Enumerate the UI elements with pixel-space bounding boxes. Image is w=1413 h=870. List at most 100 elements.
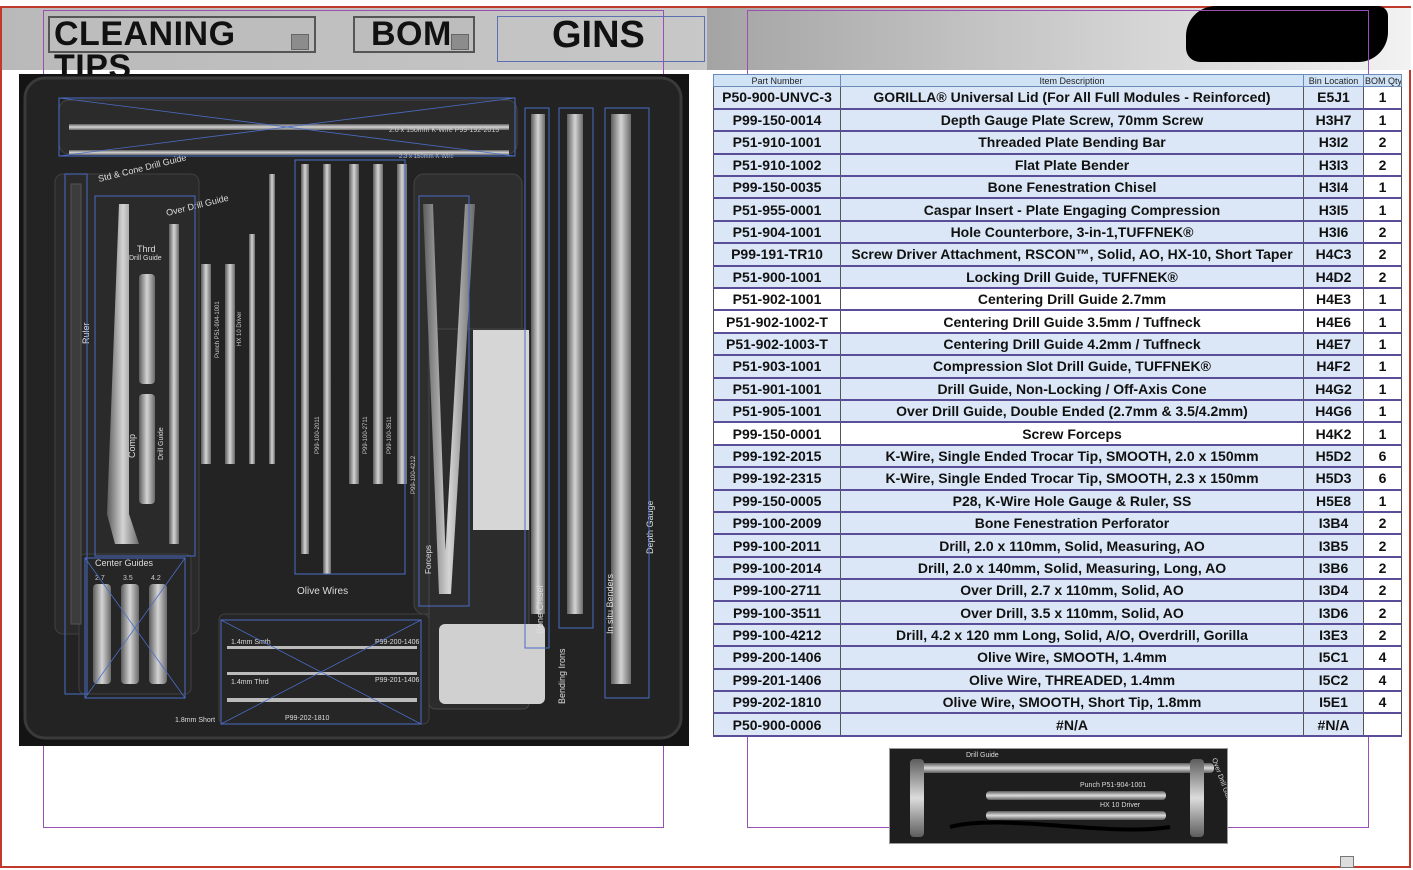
bom-part-number[interactable]: P51-902-1001 bbox=[713, 287, 841, 312]
bom-part-number[interactable]: P51-901-1001 bbox=[713, 377, 841, 401]
bom-row[interactable]: P99-192-2315 K-Wire, Single Ended Trocar … bbox=[713, 466, 1402, 491]
bom-part-number[interactable]: P50-900-UNVC-3 bbox=[713, 85, 841, 110]
bom-qty[interactable]: 1 bbox=[1363, 332, 1402, 357]
bom-item-description[interactable]: Caspar Insert - Plate Engaging Compressi… bbox=[840, 197, 1304, 222]
bom-bin-location[interactable]: H3H7 bbox=[1303, 108, 1364, 133]
bom-bin-location[interactable]: I3E3 bbox=[1303, 623, 1364, 648]
bom-row[interactable]: P99-100-2011 Drill, 2.0 x 110mm, Solid, M… bbox=[713, 533, 1402, 558]
bom-qty[interactable]: 2 bbox=[1363, 242, 1402, 267]
bom-qty[interactable]: 1 bbox=[1363, 108, 1402, 133]
bom-row[interactable]: P51-902-1002-T Centering Drill Guide 3.5m… bbox=[713, 309, 1402, 334]
bom-item-description[interactable]: Bone Fenestration Perforator bbox=[840, 511, 1304, 536]
bom-part-number[interactable]: P51-905-1001 bbox=[713, 399, 841, 424]
bom-item-description[interactable]: Hole Counterbore, 3-in-1,TUFFNEK® bbox=[840, 220, 1304, 245]
bom-item-description[interactable]: Locking Drill Guide, TUFFNEK® bbox=[840, 265, 1304, 290]
bom-item-description[interactable]: Screw Driver Attachment, RSCON™, Solid, … bbox=[840, 242, 1304, 267]
bom-bin-location[interactable]: I5E1 bbox=[1303, 690, 1364, 715]
bom-part-number[interactable]: P50-900-0006 bbox=[713, 712, 841, 737]
bom-qty[interactable] bbox=[1363, 712, 1402, 737]
bom-part-number[interactable]: P99-100-2711 bbox=[713, 578, 841, 603]
bom-row[interactable]: P99-100-2009 Bone Fenestration Perforator… bbox=[713, 511, 1402, 536]
bom-qty[interactable]: 2 bbox=[1363, 511, 1402, 536]
bom-row[interactable]: P51-903-1001 Compression Slot Drill Guide… bbox=[713, 354, 1402, 379]
col-part-number[interactable]: Part Number bbox=[713, 74, 841, 87]
bom-part-number[interactable]: P51-910-1002 bbox=[713, 153, 841, 178]
bom-item-description[interactable]: Olive Wire, SMOOTH, 1.4mm bbox=[840, 645, 1304, 670]
bom-bin-location[interactable]: H3I4 bbox=[1303, 175, 1364, 200]
bom-item-description[interactable]: Centering Drill Guide 4.2mm / Tuffneck bbox=[840, 332, 1304, 357]
bom-bin-location[interactable]: H4K2 bbox=[1303, 421, 1364, 446]
bom-bin-location[interactable]: I3B5 bbox=[1303, 533, 1364, 558]
bom-item-description[interactable]: Olive Wire, SMOOTH, Short Tip, 1.8mm bbox=[840, 690, 1304, 715]
bom-qty[interactable]: 1 bbox=[1363, 309, 1402, 334]
bom-row[interactable]: P99-150-0001 Screw Forceps H4K2 1 bbox=[713, 421, 1402, 446]
col-bin-location[interactable]: Bin Location bbox=[1303, 74, 1364, 87]
bom-row[interactable]: P99-202-1810 Olive Wire, SMOOTH, Short Ti… bbox=[713, 690, 1402, 715]
bom-bin-location[interactable]: I3B6 bbox=[1303, 556, 1364, 581]
bom-bin-location[interactable]: H4E6 bbox=[1303, 309, 1364, 334]
bom-part-number[interactable]: P51-900-1001 bbox=[713, 265, 841, 290]
bom-item-description[interactable]: Olive Wire, THREADED, 1.4mm bbox=[840, 668, 1304, 693]
bom-part-number[interactable]: P99-100-2009 bbox=[713, 511, 841, 536]
bom-qty[interactable]: 1 bbox=[1363, 399, 1402, 424]
bom-row[interactable]: P51-910-1001 Threaded Plate Bending Bar H3… bbox=[713, 130, 1402, 155]
bom-part-number[interactable]: P99-100-3511 bbox=[713, 600, 841, 625]
bom-part-number[interactable]: P99-200-1406 bbox=[713, 645, 841, 670]
bom-part-number[interactable]: P99-192-2315 bbox=[713, 466, 841, 491]
bom-row[interactable]: P99-100-4212 Drill, 4.2 x 120 mm Long, So… bbox=[713, 623, 1402, 648]
bom-qty[interactable]: 6 bbox=[1363, 466, 1402, 491]
bom-item-description[interactable]: GORILLA® Universal Lid (For All Full Mod… bbox=[840, 85, 1304, 110]
bom-row[interactable]: P99-201-1406 Olive Wire, THREADED, 1.4mm I… bbox=[713, 668, 1402, 693]
bom-bin-location[interactable]: I5C1 bbox=[1303, 645, 1364, 670]
bom-row[interactable]: P51-902-1003-T Centering Drill Guide 4.2m… bbox=[713, 332, 1402, 357]
bom-bin-location[interactable]: H4G2 bbox=[1303, 377, 1364, 401]
bom-qty[interactable]: 1 bbox=[1363, 287, 1402, 312]
bom-part-number[interactable]: P51-904-1001 bbox=[713, 220, 841, 245]
bom-qty[interactable]: 2 bbox=[1363, 220, 1402, 245]
bom-bin-location[interactable]: H4D2 bbox=[1303, 265, 1364, 290]
bom-item-description[interactable]: Threaded Plate Bending Bar bbox=[840, 130, 1304, 155]
bom-qty[interactable]: 4 bbox=[1363, 668, 1402, 693]
bom-row[interactable]: P51-955-0001 Caspar Insert - Plate Engagi… bbox=[713, 197, 1402, 222]
bom-part-number[interactable]: P99-191-TR10 bbox=[713, 242, 841, 267]
bom-bin-location[interactable]: I3D4 bbox=[1303, 578, 1364, 603]
bom-row[interactable]: P51-904-1001 Hole Counterbore, 3-in-1,TUF… bbox=[713, 220, 1402, 245]
bom-qty[interactable]: 2 bbox=[1363, 533, 1402, 558]
bom-bin-location[interactable]: H4F2 bbox=[1303, 354, 1364, 379]
bom-item-description[interactable]: #N/A bbox=[840, 712, 1304, 737]
bom-part-number[interactable]: P51-902-1003-T bbox=[713, 332, 841, 357]
bom-row[interactable]: P50-900-0006 #N/A #N/A bbox=[713, 712, 1402, 737]
bom-row[interactable]: P99-150-0014 Depth Gauge Plate Screw, 70m… bbox=[713, 108, 1402, 133]
bom-qty[interactable]: 1 bbox=[1363, 197, 1402, 222]
bom-qty[interactable]: 1 bbox=[1363, 489, 1402, 513]
bom-part-number[interactable]: P99-150-0005 bbox=[713, 489, 841, 513]
bom-row[interactable]: P99-192-2015 K-Wire, Single Ended Trocar … bbox=[713, 444, 1402, 469]
bom-bin-location[interactable]: E5J1 bbox=[1303, 85, 1364, 110]
bom-qty[interactable]: 1 bbox=[1363, 421, 1402, 446]
bom-row[interactable]: P99-100-2711 Over Drill, 2.7 x 110mm, Sol… bbox=[713, 578, 1402, 603]
bom-item-description[interactable]: Drill, 2.0 x 110mm, Solid, Measuring, AO bbox=[840, 533, 1304, 558]
bom-item-description[interactable]: Over Drill, 2.7 x 110mm, Solid, AO bbox=[840, 578, 1304, 603]
bom-qty[interactable]: 1 bbox=[1363, 85, 1402, 110]
bom-row[interactable]: P99-191-TR10 Screw Driver Attachment, RSC… bbox=[713, 242, 1402, 267]
bom-qty[interactable]: 1 bbox=[1363, 377, 1402, 401]
bom-part-number[interactable]: P51-955-0001 bbox=[713, 197, 841, 222]
bom-qty[interactable]: 2 bbox=[1363, 265, 1402, 290]
bom-part-number[interactable]: P99-150-0001 bbox=[713, 421, 841, 446]
bom-row[interactable]: P51-902-1001 Centering Drill Guide 2.7mm H… bbox=[713, 287, 1402, 312]
bom-part-number[interactable]: P51-902-1002-T bbox=[713, 309, 841, 334]
bom-part-number[interactable]: P99-202-1810 bbox=[713, 690, 841, 715]
bom-item-description[interactable]: Over Drill Guide, Double Ended (2.7mm & … bbox=[840, 399, 1304, 424]
bom-row[interactable]: P51-900-1001 Locking Drill Guide, TUFFNEK… bbox=[713, 265, 1402, 290]
bom-item-description[interactable]: Compression Slot Drill Guide, TUFFNEK® bbox=[840, 354, 1304, 379]
bom-bin-location[interactable]: #N/A bbox=[1303, 712, 1364, 737]
bom-row[interactable]: P99-200-1406 Olive Wire, SMOOTH, 1.4mm I5C… bbox=[713, 645, 1402, 670]
bom-row[interactable]: P51-905-1001 Over Drill Guide, Double End… bbox=[713, 399, 1402, 424]
bom-bin-location[interactable]: H4E7 bbox=[1303, 332, 1364, 357]
bom-bin-location[interactable]: H4C3 bbox=[1303, 242, 1364, 267]
bom-bin-location[interactable]: H5D3 bbox=[1303, 466, 1364, 491]
bom-part-number[interactable]: P99-150-0035 bbox=[713, 175, 841, 200]
bom-row[interactable]: P51-901-1001 Drill Guide, Non-Locking / O… bbox=[713, 377, 1402, 401]
bom-part-number[interactable]: P51-910-1001 bbox=[713, 130, 841, 155]
bom-part-number[interactable]: P99-201-1406 bbox=[713, 668, 841, 693]
